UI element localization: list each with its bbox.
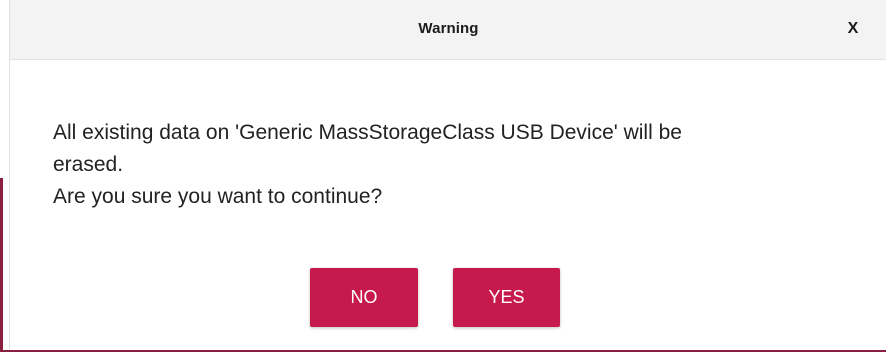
dialog-title: Warning <box>418 20 479 37</box>
close-icon[interactable]: X <box>843 19 863 39</box>
backdrop-window-edge-bottom <box>0 350 886 359</box>
dialog-titlebar: Warning X <box>10 0 886 60</box>
warning-dialog: Warning X All existing data on 'Generic … <box>9 0 886 350</box>
dialog-message: All existing data on 'Generic MassStorag… <box>53 117 873 213</box>
yes-button[interactable]: YES <box>453 268 560 327</box>
backdrop-window-edge-left <box>0 178 3 350</box>
message-line: All existing data on 'Generic MassStorag… <box>53 121 682 144</box>
message-line: Are you sure you want to continue? <box>53 185 383 208</box>
no-button[interactable]: NO <box>310 268 418 327</box>
message-line: erased. <box>53 153 124 176</box>
